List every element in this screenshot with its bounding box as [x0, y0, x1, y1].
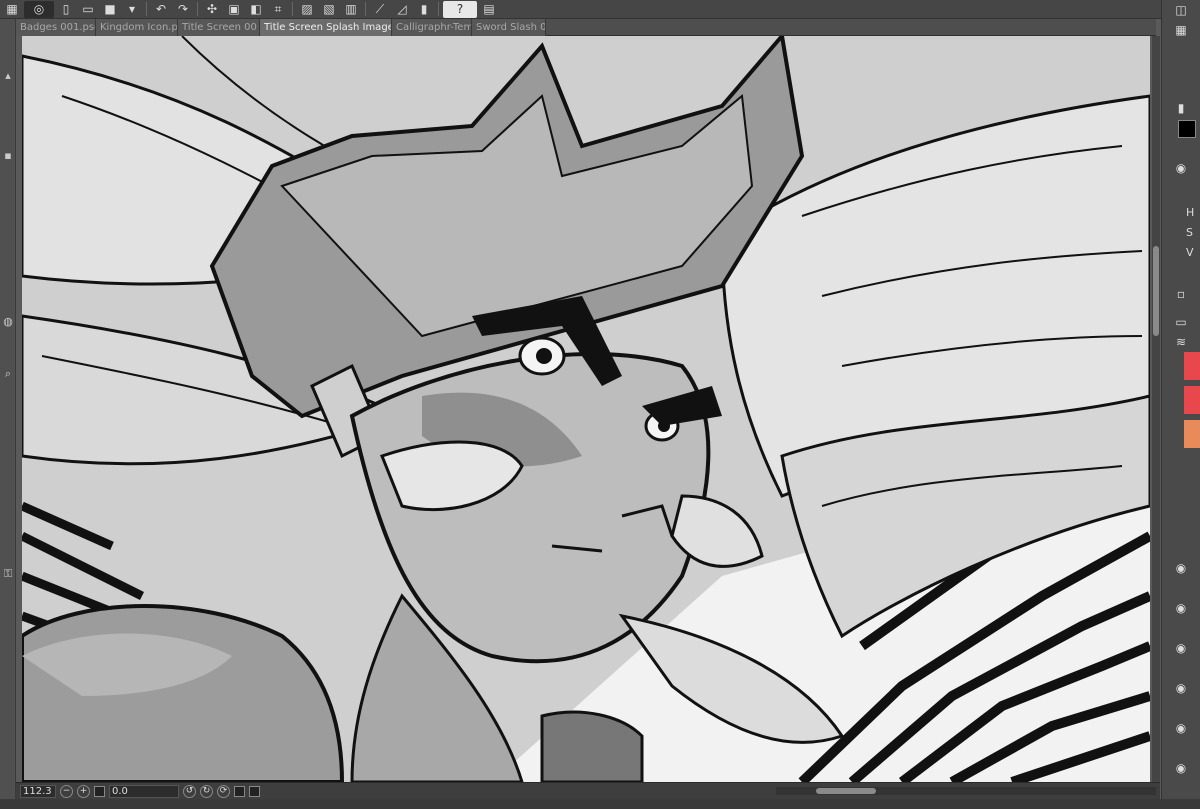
tab-label: Calligraphr-Tem	[396, 22, 472, 33]
clip-studio-icon[interactable]: ◎	[24, 0, 54, 18]
zoom-in-icon[interactable]: +	[77, 784, 90, 798]
redo-icon[interactable]: ↷	[173, 1, 193, 18]
scroll-thumb[interactable]	[1153, 246, 1159, 336]
layer-lock-icon[interactable]: ▫	[1170, 286, 1192, 302]
layer-palette-icon[interactable]: ◫	[1170, 2, 1192, 18]
tab-calligraphr[interactable]: Calligraphr-Tem	[392, 19, 472, 36]
eye-icon[interactable]: ◉	[1170, 760, 1192, 776]
scroll-thumb[interactable]	[816, 788, 876, 794]
separator	[365, 2, 366, 16]
zoom-out-icon[interactable]: −	[60, 784, 73, 798]
tab-sword-slash[interactable]: Sword Slash 00	[472, 19, 546, 36]
canvas-artwork	[22, 36, 1150, 782]
new-file-icon[interactable]: ▯	[56, 1, 76, 18]
fill-icon[interactable]: ◧	[246, 1, 266, 18]
tool-icon[interactable]: ▮	[1170, 100, 1192, 116]
tab-label: Badges 001.psd	[20, 22, 96, 33]
eye-icon[interactable]: ◉	[1170, 600, 1192, 616]
panel-menu-icon[interactable]: ▦	[1170, 22, 1192, 38]
separator	[438, 2, 439, 16]
drawing-canvas[interactable]	[22, 36, 1150, 782]
bottom-strip	[0, 799, 1200, 809]
layer-color-swatch[interactable]	[1184, 420, 1200, 448]
left-tool-strip: ▴ ▪ ◍ ⌕ ⚿	[0, 19, 16, 799]
hue-label: H	[1186, 206, 1195, 219]
help-icon[interactable]: ?	[443, 0, 477, 18]
command-bar: ▦ ◎ ▯ ▭ ■ ▾ ↶ ↷ ✣ ▣ ◧ ⌗ ▨ ▧ ▥ ⟋ ◿ ▮ ? ▤	[0, 0, 1200, 19]
tool-icon[interactable]: ⌕	[1, 367, 15, 381]
open-file-icon[interactable]: ▭	[78, 1, 98, 18]
dropdown-icon[interactable]: ▾	[122, 1, 142, 18]
layer-settings-icon[interactable]: ▭	[1170, 314, 1192, 330]
eye-icon[interactable]: ◉	[1170, 560, 1192, 576]
tab-label: Kingdom Icon.p	[100, 22, 178, 33]
pen-icon[interactable]: ▮	[414, 1, 434, 18]
fit-icon[interactable]: ⌗	[268, 1, 288, 18]
tab-label: Title Screen 00	[182, 22, 257, 33]
undo-icon[interactable]: ↶	[151, 1, 171, 18]
color-wheel-icon[interactable]: ◉	[1170, 160, 1192, 176]
horizontal-scrollbar[interactable]	[776, 787, 1156, 795]
rotate-left-icon[interactable]: ↺	[183, 784, 196, 798]
tool-icon[interactable]: ▪	[1, 149, 15, 163]
tab-label: Title Screen Splash Image 008	[264, 22, 392, 33]
tone-icon[interactable]: ◿	[392, 1, 412, 18]
document-tabs: Badges 001.psd Kingdom Icon.p Title Scre…	[16, 19, 1156, 36]
zoom-field[interactable]: 112.3	[20, 784, 56, 798]
eye-icon[interactable]: ◉	[1170, 680, 1192, 696]
primary-color-swatch[interactable]	[1178, 120, 1196, 138]
saturation-label: S	[1186, 226, 1193, 239]
layer-stack-icon[interactable]: ≋	[1170, 334, 1192, 350]
rotation-field[interactable]: 0.0	[109, 784, 179, 798]
separator	[197, 2, 198, 16]
value-label: V	[1186, 246, 1194, 259]
select-icon[interactable]: ▨	[297, 1, 317, 18]
tab-title-screen[interactable]: Title Screen 00	[178, 19, 260, 36]
rotate-right-icon[interactable]: ↻	[200, 784, 213, 798]
grid-menu-icon[interactable]: ▦	[2, 1, 22, 18]
eye-icon[interactable]: ◉	[1170, 640, 1192, 656]
snap-icon[interactable]: ⟋	[370, 1, 390, 18]
save-icon[interactable]: ■	[100, 1, 120, 18]
status-bar: 112.3 − + 0.0 ↺ ↻ ⟳	[16, 782, 1160, 799]
eye-icon[interactable]: ◉	[1170, 720, 1192, 736]
tool-icon[interactable]: ▴	[1, 69, 15, 83]
right-panel: ◫ ▦ ▮ ◉ H S V ▫ ▭ ≋ ◉ ◉ ◉ ◉ ◉ ◉	[1161, 0, 1200, 809]
layer-color-swatch[interactable]	[1184, 352, 1200, 380]
tab-kingdom-icon[interactable]: Kingdom Icon.p	[96, 19, 178, 36]
tool-icon[interactable]: ◍	[1, 315, 15, 329]
tool-icon[interactable]: ⚿	[1, 567, 15, 581]
vertical-scrollbar[interactable]	[1152, 36, 1160, 782]
ruler-icon[interactable]: ▥	[341, 1, 361, 18]
flip-vertical-icon[interactable]	[249, 785, 260, 797]
reset-rotation-icon[interactable]: ⟳	[217, 784, 230, 798]
layer-color-swatch[interactable]	[1184, 386, 1200, 414]
separator	[292, 2, 293, 16]
layout-icon[interactable]: ▤	[479, 1, 499, 18]
fit-window-icon[interactable]	[94, 785, 105, 797]
flip-icon[interactable]	[234, 785, 245, 797]
tab-title-screen-splash[interactable]: Title Screen Splash Image 008 ✖	[260, 19, 392, 36]
transform-icon[interactable]: ▣	[224, 1, 244, 18]
deselect-icon[interactable]: ▧	[319, 1, 339, 18]
clear-icon[interactable]: ✣	[202, 1, 222, 18]
tab-badges[interactable]: Badges 001.psd	[16, 19, 96, 36]
separator	[146, 2, 147, 16]
tab-label: Sword Slash 00	[476, 22, 546, 33]
